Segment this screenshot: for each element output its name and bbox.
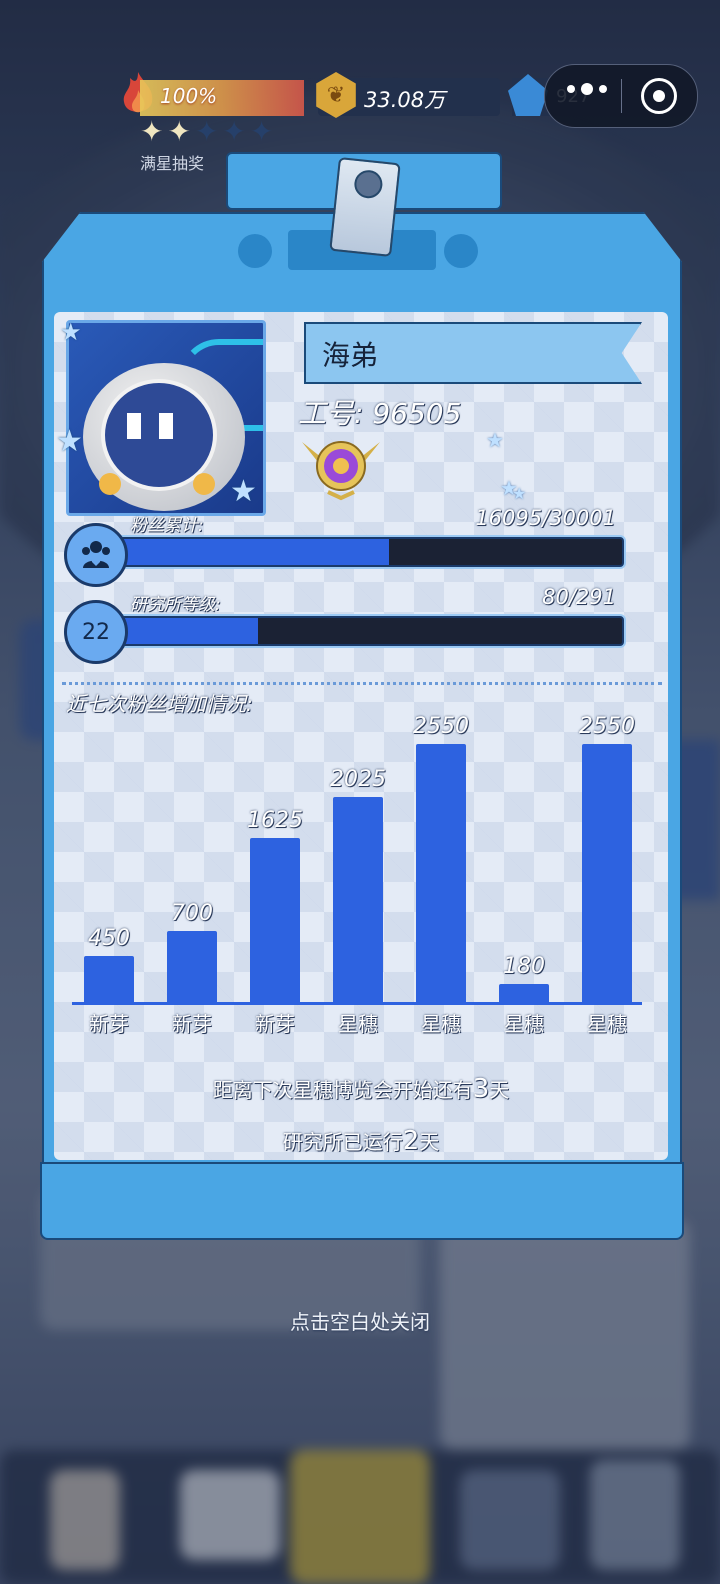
runtime-text: 研究所已运行2天 [54, 1126, 668, 1156]
level-progress-bar [118, 616, 624, 646]
job-number: 工号: 96505 [298, 397, 462, 430]
chart-value-label: 180 [503, 953, 545, 979]
chart-value-label: 700 [171, 901, 213, 927]
level-progress-fill [120, 618, 258, 644]
runtime-prefix: 研究所已运行 [282, 1130, 403, 1154]
level-value: 80/291 [542, 585, 616, 609]
card-footer [40, 1162, 684, 1240]
full-star-lottery-label[interactable]: 满星抽奖 [140, 150, 204, 174]
chart-baseline [72, 1002, 642, 1005]
header-dot [444, 234, 478, 268]
fans-label: 粉丝累计: [130, 516, 204, 536]
close-hint[interactable]: 点击空白处关闭 [0, 1306, 720, 1335]
star-icon: ★ [230, 474, 257, 509]
chart-value-label: 1625 [247, 807, 303, 833]
chart-bar [416, 744, 466, 1002]
fans-bar-chart: 450 新芽 700 新芽 1625 新芽 2025 星穗 2550 星穗 180 星穗 2550 星穗 [62, 712, 662, 1042]
chart-category-label: 星穗 [338, 1012, 378, 1036]
chart-bar [333, 797, 383, 1002]
countdown-days: 3 [472, 1074, 490, 1104]
clip-tag [329, 157, 401, 257]
chart-value-label: 2025 [330, 767, 386, 793]
chart-value-label: 2550 [579, 714, 635, 739]
chart-bar [499, 983, 549, 1002]
fans-value: 16095/30001 [475, 506, 616, 530]
runtime-days: 2 [402, 1126, 420, 1156]
level-badge: 22 [64, 600, 128, 664]
chart-bar [250, 837, 300, 1002]
sparkle-icon: ★ [512, 484, 527, 503]
countdown-unit: 天 [489, 1078, 510, 1102]
chart-category-label: 星穗 [421, 1012, 461, 1036]
heat-stars: ✦ ✦ ✦ ✦ ✦ [140, 118, 273, 146]
heat-star-icon: ✦ [249, 115, 274, 148]
character-name: 海弟 [322, 339, 379, 372]
chart-value-label: 450 [88, 926, 130, 952]
heat-star-icon: ✦ [140, 115, 164, 148]
chart-bar [167, 931, 217, 1002]
runtime-unit: 天 [419, 1130, 440, 1154]
medal-icon [302, 441, 380, 501]
more-icon[interactable] [567, 83, 607, 95]
chart-category-label: 星穗 [587, 1012, 627, 1036]
heat-star-icon: ✦ [222, 115, 246, 148]
heat-star-icon: ✦ [194, 115, 219, 148]
star-icon: ★ [60, 318, 82, 346]
header-dot [238, 234, 272, 268]
star-icon: ★ [56, 424, 83, 459]
heat-star-icon: ✦ [167, 115, 191, 148]
heat-percent: 100% [160, 84, 218, 108]
coin-amount: 33.08万 [364, 88, 446, 112]
chart-category-label: 新芽 [172, 1012, 212, 1036]
countdown-text: 距离下次星穗博览会开始还有3天 [54, 1074, 668, 1104]
miniprogram-capsule [544, 64, 698, 128]
chart-category-label: 新芽 [255, 1012, 295, 1036]
sparkle-icon: ★ [486, 428, 504, 452]
level-label: 研究所等级: [130, 595, 221, 615]
countdown-prefix: 距离下次星穗博览会开始还有 [212, 1078, 473, 1102]
fans-icon [64, 523, 128, 587]
close-target-icon[interactable] [641, 78, 677, 114]
chart-value-label: 2550 [413, 714, 469, 739]
divider [62, 682, 662, 685]
chart-bar [84, 956, 134, 1002]
fans-progress-bar [118, 537, 624, 567]
chart-category-label: 新芽 [89, 1012, 129, 1036]
fans-progress-fill [120, 539, 390, 565]
chart-category-label: 星穗 [504, 1012, 544, 1036]
chart-bar [582, 744, 632, 1002]
